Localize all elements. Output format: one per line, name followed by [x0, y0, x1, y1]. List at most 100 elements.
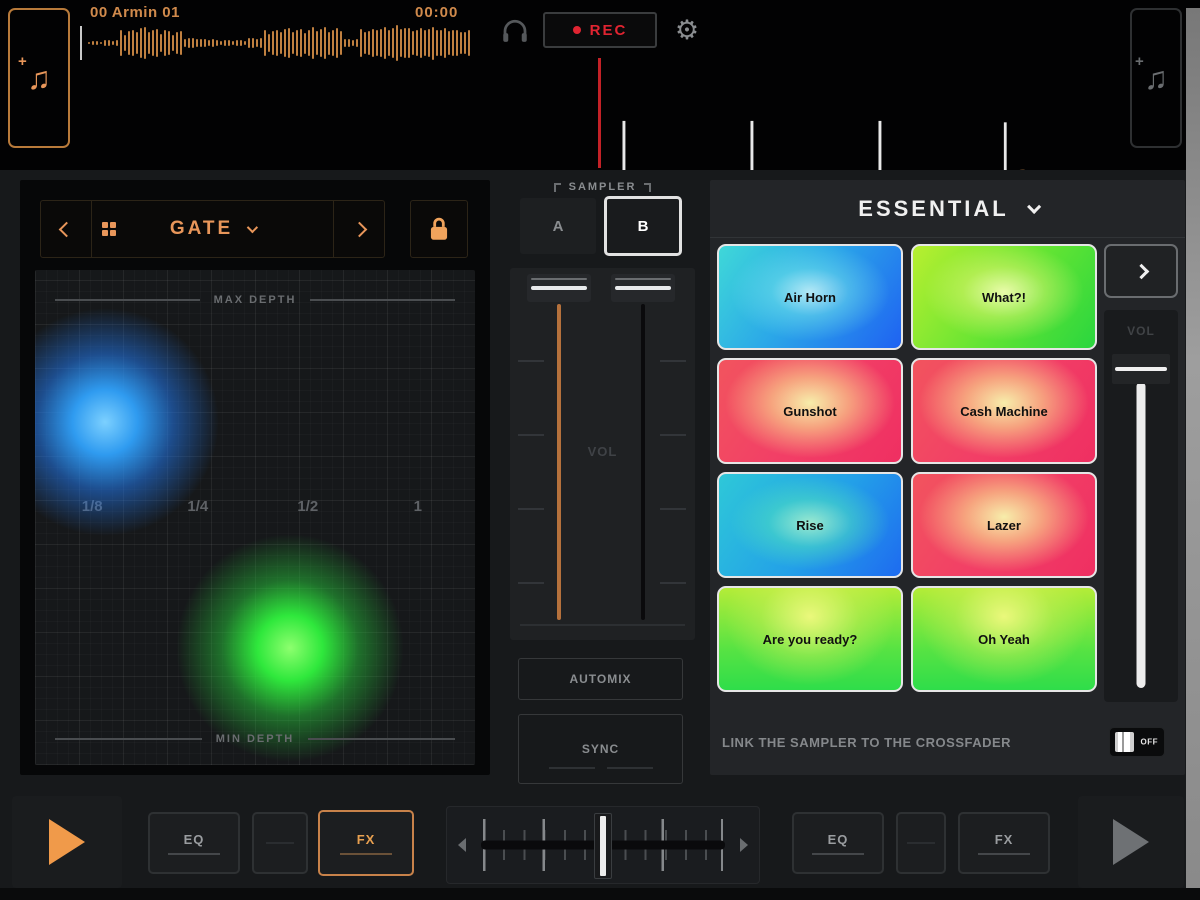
- volume-slider-handle-a[interactable]: [527, 274, 591, 302]
- sample-pad-label: Rise: [796, 517, 824, 533]
- sample-pad[interactable]: Gunshot: [717, 358, 903, 464]
- crossfader-handle[interactable]: [594, 813, 612, 879]
- sampler-tab-b[interactable]: B: [604, 196, 682, 256]
- arrow-right-icon: [740, 838, 748, 852]
- sample-pad-label: Are you ready?: [762, 631, 858, 647]
- next-bank-button[interactable]: [1104, 244, 1178, 298]
- sample-pad-grid: Air Horn What?! Gunshot Cash Machine Ris…: [717, 244, 1097, 692]
- volume-slider-handle-b[interactable]: [611, 274, 675, 302]
- deck-a-extra-button[interactable]: [252, 812, 308, 874]
- chevron-right-icon: [351, 221, 367, 237]
- toggle-handle: [1115, 732, 1134, 752]
- min-depth-row: MIN DEPTH: [35, 733, 475, 745]
- bank-selector[interactable]: ESSENTIAL: [710, 180, 1185, 238]
- bank-name: ESSENTIAL: [858, 195, 1009, 221]
- button-underline: [812, 852, 864, 855]
- beat-fraction: 1/2: [297, 498, 319, 515]
- sample-pad[interactable]: Lazer: [911, 472, 1097, 578]
- record-label: REC: [589, 21, 628, 39]
- automix-button[interactable]: AUTOMIX: [518, 658, 683, 700]
- sampler-tab-a[interactable]: A: [520, 198, 596, 254]
- add-track-button-left[interactable]: ♫ +: [8, 8, 70, 148]
- eq-label: EQ: [183, 831, 205, 847]
- sample-pad[interactable]: Oh Yeah: [911, 586, 1097, 692]
- gear-icon: ⚙: [674, 15, 700, 46]
- sample-pad[interactable]: Are you ready?: [717, 586, 903, 692]
- master-volume-track[interactable]: [1136, 382, 1146, 688]
- sample-pad-label: Gunshot: [783, 403, 837, 419]
- sampler-label: SAMPLER: [568, 181, 637, 193]
- record-dot-icon: [572, 26, 581, 34]
- deck-b-fx-button[interactable]: FX: [958, 812, 1050, 874]
- record-button[interactable]: REC: [543, 12, 657, 48]
- beat-fraction: 1/8: [81, 498, 103, 515]
- deck-b-eq-button[interactable]: EQ: [792, 812, 884, 874]
- fx-name: GATE: [169, 218, 234, 239]
- elapsed-time: 00:00: [415, 4, 459, 21]
- chevron-left-icon: [58, 221, 74, 237]
- waveform-start-marker: [80, 26, 82, 60]
- deck-beat-waveform[interactable]: [560, 55, 1120, 187]
- main-area: GATE MAX DEPTH 1/8 1/4 1/2 1 MIN DEPTH S…: [0, 170, 1200, 788]
- link-crossfader-label: LINK THE SAMPLER TO THE CROSSFADER: [722, 734, 1012, 750]
- sample-pad-label: Cash Machine: [960, 403, 1048, 419]
- sync-label: SYNC: [581, 742, 620, 756]
- fx-prev-button[interactable]: [41, 201, 92, 257]
- crossfader: [446, 806, 760, 884]
- chevron-down-icon: [1026, 199, 1041, 214]
- sample-pad-label: What?!: [981, 289, 1027, 305]
- track-title: 00 Armin 01: [90, 4, 180, 21]
- volume-label: VOL: [1127, 324, 1155, 338]
- chevron-right-icon: [1133, 263, 1149, 279]
- button-underline: [340, 852, 392, 855]
- sample-pad[interactable]: What?!: [911, 244, 1097, 350]
- sample-pad[interactable]: Rise: [717, 472, 903, 578]
- deck-a-fx-button[interactable]: FX: [318, 810, 414, 876]
- fx-next-button[interactable]: [333, 201, 384, 257]
- min-depth-label: MIN DEPTH: [215, 733, 295, 745]
- fx-label: FX: [356, 831, 376, 847]
- tick-marks: [518, 360, 544, 614]
- max-depth-row: MAX DEPTH: [35, 294, 475, 306]
- deck-a-play-button[interactable]: [12, 796, 122, 888]
- sample-pad-label: Oh Yeah: [978, 631, 1030, 647]
- blank-indicator: [907, 842, 935, 844]
- chevron-down-icon: [246, 221, 259, 234]
- sample-pad[interactable]: Air Horn: [717, 244, 903, 350]
- settings-button[interactable]: ⚙: [670, 13, 704, 49]
- play-icon: [1113, 819, 1149, 865]
- music-note-plus-icon: ♫ +: [18, 53, 51, 96]
- button-underline: [168, 852, 220, 855]
- sample-pad-label: Air Horn: [784, 289, 836, 305]
- volume-slider-track-a[interactable]: [557, 304, 561, 620]
- fx-selector: GATE: [40, 200, 385, 258]
- playhead-marker: [598, 58, 601, 168]
- music-note-plus-icon: ♫ +: [1135, 53, 1168, 96]
- headphones-icon: [503, 19, 527, 42]
- max-depth-label: MAX DEPTH: [213, 294, 297, 306]
- sampler-section-header: SAMPLER: [505, 178, 700, 196]
- deck-b-extra-button[interactable]: [896, 812, 946, 874]
- beat-fraction: 1/4: [187, 498, 209, 515]
- fx-lock-button[interactable]: [410, 200, 468, 258]
- master-volume-handle[interactable]: [1112, 354, 1170, 384]
- sample-bank-panel: ESSENTIAL Air Horn What?! Gunshot Cash M…: [710, 180, 1185, 775]
- track-waveform[interactable]: [88, 22, 478, 64]
- fx-xy-pad[interactable]: MAX DEPTH 1/8 1/4 1/2 1 MIN DEPTH: [35, 270, 475, 765]
- deck-b-play-button[interactable]: [1078, 796, 1184, 888]
- sync-button[interactable]: SYNC: [518, 714, 683, 784]
- screen-bottom-edge: [0, 888, 1200, 900]
- bottom-bar: EQ FX EQ FX: [0, 788, 1200, 888]
- lock-icon: [430, 217, 448, 240]
- headphones-button[interactable]: [498, 14, 532, 48]
- fx-dropdown[interactable]: GATE: [92, 201, 333, 257]
- sampler-master-volume: VOL: [1104, 310, 1178, 702]
- deck-a-eq-button[interactable]: EQ: [148, 812, 240, 874]
- beat-fraction-labels: 1/8 1/4 1/2 1: [35, 498, 475, 518]
- link-crossfader-row: LINK THE SAMPLER TO THE CROSSFADER OFF: [722, 720, 1177, 764]
- screen-edge: [1186, 8, 1200, 888]
- add-track-button-right[interactable]: ♫ +: [1130, 8, 1182, 148]
- volume-slider-track-b[interactable]: [641, 304, 645, 620]
- sample-pad[interactable]: Cash Machine: [911, 358, 1097, 464]
- link-crossfader-toggle[interactable]: OFF: [1109, 727, 1165, 757]
